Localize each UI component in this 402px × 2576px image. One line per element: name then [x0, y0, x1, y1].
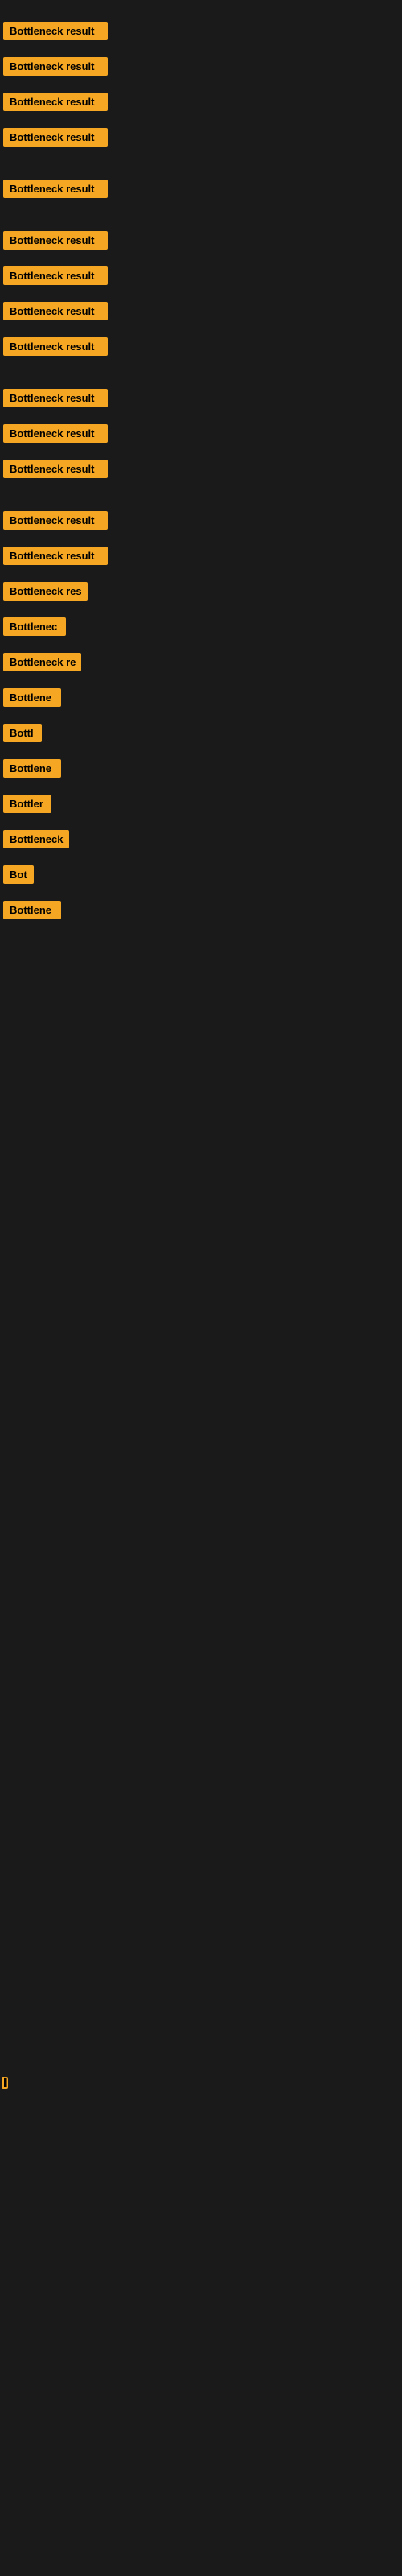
bottleneck-result-bar[interactable]: Bottlene	[3, 901, 61, 919]
bottleneck-result-bar[interactable]: Bottl	[3, 724, 42, 742]
bottleneck-result-bar[interactable]: Bottlene	[3, 759, 61, 778]
bottleneck-result-bar[interactable]: Bottleneck result	[3, 547, 108, 565]
list-item: Bottleneck result	[2, 415, 400, 449]
bottleneck-result-bar[interactable]: Bottleneck result	[3, 460, 108, 478]
bottleneck-result-bar[interactable]: Bottlenec	[3, 617, 66, 636]
bottleneck-result-bar[interactable]: Bottleneck	[3, 830, 69, 848]
bottleneck-result-bar[interactable]: Bottleneck result	[3, 424, 108, 443]
bottleneck-result-bar[interactable]: Bottlene	[3, 688, 61, 707]
bottleneck-result-bar[interactable]: Bottleneck result	[3, 302, 108, 320]
list-item: Bot	[2, 857, 400, 890]
list-item: Bottl	[2, 715, 400, 749]
bottleneck-result-bar[interactable]: Bottleneck result	[3, 389, 108, 407]
small-indicator: ▌	[2, 2077, 8, 2093]
list-item: Bottleneck result	[2, 293, 400, 327]
list-item: Bottleneck result	[2, 502, 400, 536]
list-item: Bottler	[2, 786, 400, 819]
bottleneck-result-bar[interactable]: Bot	[3, 865, 34, 884]
page-wrapper: Bottleneck result Bottleneck result Bottle…	[0, 0, 402, 2576]
list-item: Bottleneck re	[2, 644, 400, 678]
bottleneck-result-bar[interactable]: Bottleneck re	[3, 653, 81, 671]
list-item: Bottleneck result	[2, 328, 400, 362]
list-item: Bottleneck result	[2, 538, 400, 572]
list-item: Bottlenec	[2, 609, 400, 642]
rows-container: Bottleneck result Bottleneck result Bottle…	[0, 13, 402, 1650]
list-item: Bottlene	[2, 750, 400, 784]
bottleneck-result-bar[interactable]: Bottleneck result	[3, 93, 108, 111]
list-item: Bottleneck result	[2, 84, 400, 118]
bottleneck-result-bar[interactable]: Bottleneck result	[3, 266, 108, 285]
list-item: Bottleneck result	[2, 258, 400, 291]
bottleneck-result-bar[interactable]: Bottleneck res	[3, 582, 88, 601]
list-item: Bottlene	[2, 679, 400, 713]
list-item: Bottleneck result	[2, 171, 400, 204]
site-title	[0, 0, 402, 10]
list-item: Bottlene	[2, 892, 400, 926]
bottleneck-result-bar[interactable]: Bottleneck result	[3, 511, 108, 530]
bottleneck-result-bar[interactable]: Bottler	[3, 795, 51, 813]
list-item: Bottleneck res	[2, 573, 400, 607]
bottleneck-result-bar[interactable]: Bottleneck result	[3, 57, 108, 76]
list-item: Bottleneck result	[2, 451, 400, 485]
list-item: Bottleneck result	[2, 222, 400, 256]
bottleneck-result-bar[interactable]: Bottleneck result	[3, 337, 108, 356]
bottleneck-result-bar[interactable]: Bottleneck result	[3, 128, 108, 147]
list-item: Bottleneck result	[2, 380, 400, 414]
list-item: Bottleneck result	[2, 119, 400, 153]
bottleneck-result-bar[interactable]: Bottleneck result	[3, 231, 108, 250]
bottleneck-result-bar[interactable]: Bottleneck result	[3, 22, 108, 40]
list-item: Bottleneck	[2, 821, 400, 855]
list-item: Bottleneck result	[2, 13, 400, 47]
bottleneck-result-bar[interactable]: Bottleneck result	[3, 180, 108, 198]
list-item: Bottleneck result	[2, 48, 400, 82]
